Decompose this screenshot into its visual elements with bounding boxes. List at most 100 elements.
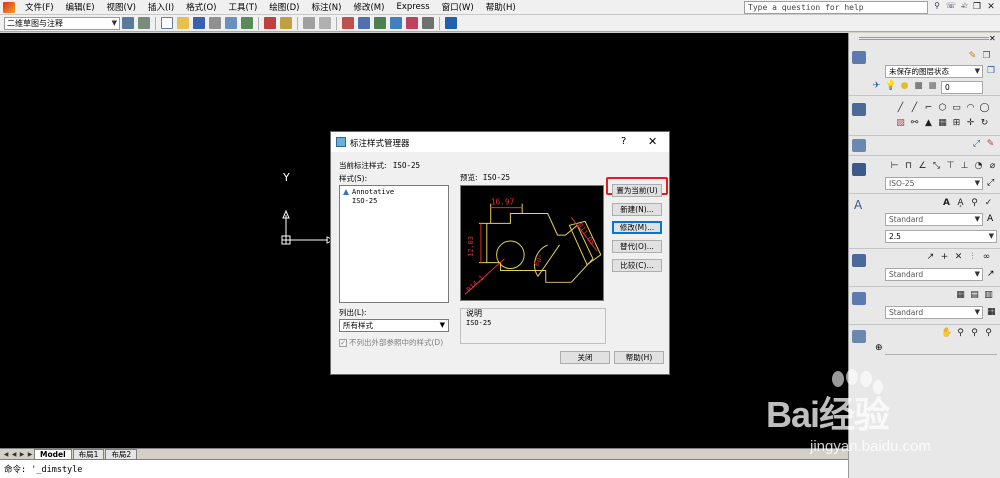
layer-state-manager-icon[interactable]: ❐ [987, 66, 995, 76]
last-tab-icon[interactable]: ▶ [26, 450, 34, 459]
layer-state-select[interactable]: 未保存的图层状态 ▼ [885, 65, 983, 78]
design-center-icon[interactable] [390, 17, 402, 29]
close-button[interactable]: 关闭 [560, 351, 610, 364]
override-style-button[interactable]: 替代(O)... [612, 240, 662, 253]
baseline-dim-icon[interactable]: ⊤ [945, 161, 956, 172]
add-leader-icon[interactable]: + [939, 252, 950, 263]
compare-style-button[interactable]: 比较(C)... [612, 259, 662, 272]
calculator-icon[interactable] [422, 17, 434, 29]
arc-icon[interactable]: ◠ [965, 103, 976, 114]
prev-tab-icon[interactable]: ◀ [10, 450, 18, 459]
block-icon[interactable]: ⊞ [951, 118, 962, 129]
circle-icon[interactable]: ◯ [979, 103, 990, 114]
match-properties-icon[interactable] [280, 17, 292, 29]
zoom-window-icon[interactable]: ⚲ [969, 328, 980, 339]
align-leader-icon[interactable]: ⫶ [967, 252, 978, 263]
layers-panel-icon[interactable] [852, 51, 866, 64]
xref-checkbox[interactable]: ✓ 不列出外部参照中的样式(D) [339, 337, 443, 348]
menu-window[interactable]: 窗口(W) [436, 1, 480, 13]
menu-help[interactable]: 帮助(H) [480, 1, 522, 13]
text-style-manager-icon[interactable]: A [987, 214, 993, 224]
search-icon[interactable]: ⚲ [932, 1, 942, 12]
menu-format[interactable]: 格式(O) [180, 1, 222, 13]
new-file-icon[interactable] [161, 17, 173, 29]
menu-file[interactable]: 文件(F) [19, 1, 60, 13]
line-icon[interactable]: ╱ [895, 103, 906, 114]
layer-properties-icon[interactable]: ✎ [967, 51, 978, 62]
continue-dim-icon[interactable]: ⊓ [903, 161, 914, 172]
list-item[interactable]: Annotative [343, 188, 445, 197]
2d-draw-panel-icon[interactable] [852, 103, 866, 116]
text-height-select[interactable]: 2.5 ▼ [885, 230, 997, 243]
multileader-icon[interactable]: ↗ [925, 252, 936, 263]
workspace-settings-icon[interactable] [122, 17, 134, 29]
text-panel-icon[interactable]: A [854, 198, 862, 212]
navigation-panel-icon[interactable] [852, 330, 866, 343]
move-icon[interactable]: ✛ [965, 118, 976, 129]
multileader-panel-icon[interactable] [852, 254, 866, 267]
insert-table-icon[interactable]: ▦ [955, 290, 966, 301]
linear-dim-icon[interactable]: ⊢ [889, 161, 900, 172]
layer-freeze-icon[interactable]: ● [899, 81, 910, 92]
layer-lock-icon[interactable]: ■ [913, 81, 924, 92]
collect-leader-icon[interactable]: ∞ [981, 252, 992, 263]
hatch-icon[interactable]: ▨ [895, 118, 906, 129]
polygon-icon[interactable]: ⬡ [937, 103, 948, 114]
help-button[interactable]: 帮助(H) [614, 351, 664, 364]
dimensions-panel-icon[interactable] [852, 163, 866, 176]
polyline-icon[interactable]: ⌐ [923, 103, 934, 114]
tool-palettes-icon[interactable] [406, 17, 418, 29]
list-item[interactable]: ISO-25 [343, 197, 445, 206]
pan-icon[interactable] [342, 17, 354, 29]
menu-edit[interactable]: 编辑(E) [60, 1, 101, 13]
panel-grip[interactable] [859, 37, 989, 40]
dim-style-manager-icon[interactable]: ⤢ [987, 178, 994, 188]
publish-icon[interactable] [241, 17, 253, 29]
command-line[interactable]: 命令: '_dimstyle [0, 459, 848, 478]
table-link-icon[interactable]: ▤ [969, 290, 980, 301]
next-tab-icon[interactable]: ▶ [18, 450, 26, 459]
panel-close-icon[interactable]: ✕ [989, 34, 996, 43]
tab-layout1[interactable]: 布局1 [72, 449, 105, 459]
workspace-select[interactable]: 二维草图与注释 ▼ [4, 16, 120, 30]
menu-dimension[interactable]: 标注(N) [305, 1, 347, 13]
zoom-icon[interactable] [358, 17, 370, 29]
restore-icon[interactable]: ❐ [971, 1, 983, 13]
remove-leader-icon[interactable]: ✕ [953, 252, 964, 263]
menu-insert[interactable]: 插入(I) [142, 1, 180, 13]
close-icon[interactable]: ✕ [985, 1, 997, 13]
table-export-icon[interactable]: ▥ [983, 290, 994, 301]
zoom-realtime-icon[interactable]: ⚲ [955, 328, 966, 339]
find-text-icon[interactable]: ⚲ [969, 198, 980, 209]
dimension-panel-icon[interactable] [852, 139, 866, 152]
ordinate-dim-icon[interactable]: ⊥ [959, 161, 970, 172]
rectangle-icon[interactable]: ▭ [951, 103, 962, 114]
list-filter-select[interactable]: 所有样式 ▼ [339, 319, 449, 332]
help-icon[interactable]: ? [621, 136, 626, 147]
redo-icon[interactable] [319, 17, 331, 29]
minimize-icon[interactable]: – [957, 1, 969, 13]
menu-view[interactable]: 视图(V) [101, 1, 142, 13]
styles-listbox[interactable]: Annotative ISO-25 [339, 185, 449, 303]
multileader-style-manager-icon[interactable]: ↗ [987, 269, 995, 279]
table-style-select[interactable]: Standard ▼ [885, 306, 983, 319]
set-current-button[interactable]: 置为当前(U) [612, 184, 662, 197]
region-icon[interactable]: ⚯ [909, 118, 920, 129]
table-draw-icon[interactable]: ▦ [937, 118, 948, 129]
tab-layout2[interactable]: 布局2 [105, 449, 138, 459]
menu-draw[interactable]: 绘图(D) [263, 1, 305, 13]
menu-express[interactable]: Express [390, 2, 435, 12]
view-combo[interactable] [885, 343, 997, 355]
layer-state-icon[interactable]: ❐ [981, 51, 992, 62]
modify-style-button[interactable]: 修改(M)... [612, 221, 662, 234]
table-style-manager-icon[interactable]: ▦ [987, 307, 996, 317]
layer-select[interactable]: 0 [941, 81, 983, 94]
communication-center-icon[interactable]: ☏ [946, 1, 956, 12]
multiline-text-icon[interactable]: A [941, 198, 952, 209]
help-icon[interactable] [445, 17, 457, 29]
zoom-previous-icon[interactable]: ⚲ [983, 328, 994, 339]
layer-on-icon[interactable]: 💡 [885, 81, 896, 92]
open-folder-icon[interactable] [177, 17, 189, 29]
dialog-title-bar[interactable]: 标注样式管理器 ? ✕ [331, 132, 669, 152]
dim-update-icon[interactable]: ✎ [985, 139, 996, 150]
